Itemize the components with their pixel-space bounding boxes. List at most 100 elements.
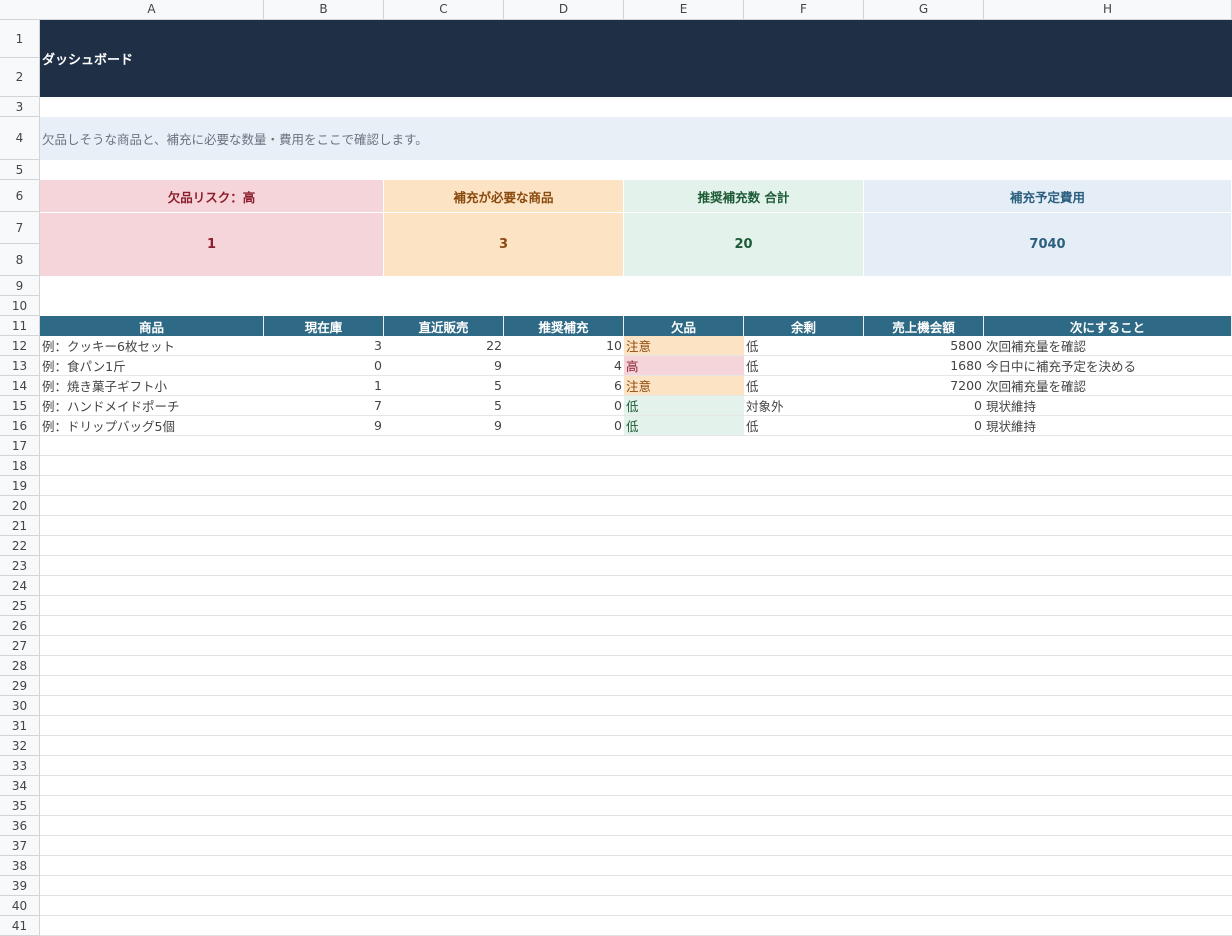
row-header-29[interactable]: 29 bbox=[0, 676, 40, 696]
table-header-4[interactable]: 欠品 bbox=[624, 316, 744, 336]
column-header-h[interactable]: H bbox=[984, 0, 1232, 19]
table-header-6[interactable]: 売上機会額 bbox=[864, 316, 984, 336]
table-cell[interactable]: 0 bbox=[504, 396, 624, 416]
kpi-card-value[interactable]: 3 bbox=[384, 212, 624, 276]
column-header-c[interactable]: C bbox=[384, 0, 504, 19]
row-header-13[interactable]: 13 bbox=[0, 356, 40, 376]
table-cell[interactable]: 対象外 bbox=[744, 396, 864, 416]
table-cell[interactable]: 10 bbox=[504, 336, 624, 356]
table-cell[interactable]: 低 bbox=[744, 336, 864, 356]
row-header-6[interactable]: 6 bbox=[0, 180, 40, 212]
table-cell[interactable]: 7 bbox=[264, 396, 384, 416]
row-header-30[interactable]: 30 bbox=[0, 696, 40, 716]
kpi-card-label[interactable]: 欠品リスク：高 bbox=[40, 180, 384, 212]
row-header-21[interactable]: 21 bbox=[0, 516, 40, 536]
kpi-card-value[interactable]: 20 bbox=[624, 212, 864, 276]
row-header-38[interactable]: 38 bbox=[0, 856, 40, 876]
table-header-2[interactable]: 直近販売 bbox=[384, 316, 504, 336]
table-cell[interactable]: 今日中に補充予定を決める bbox=[984, 356, 1232, 376]
row-header-19[interactable]: 19 bbox=[0, 476, 40, 496]
table-header-3[interactable]: 推奨補充 bbox=[504, 316, 624, 336]
row-header-25[interactable]: 25 bbox=[0, 596, 40, 616]
row-header-15[interactable]: 15 bbox=[0, 396, 40, 416]
table-header-7[interactable]: 次にすること bbox=[984, 316, 1232, 336]
table-cell[interactable]: 0 bbox=[864, 416, 984, 436]
stockout-status[interactable]: 低 bbox=[624, 396, 744, 416]
table-header-1[interactable]: 現在庫 bbox=[264, 316, 384, 336]
table-cell[interactable]: 3 bbox=[264, 336, 384, 356]
row-header-18[interactable]: 18 bbox=[0, 456, 40, 476]
table-cell[interactable]: 4 bbox=[504, 356, 624, 376]
dashboard-description[interactable]: 欠品しそうな商品と、補充に必要な数量・費用をここで確認します。 bbox=[40, 117, 1232, 160]
table-cell[interactable]: 次回補充量を確認 bbox=[984, 336, 1232, 356]
table-cell[interactable]: 次回補充量を確認 bbox=[984, 376, 1232, 396]
table-header-0[interactable]: 商品 bbox=[40, 316, 264, 336]
kpi-card-label[interactable]: 補充が必要な商品 bbox=[384, 180, 624, 212]
table-cell[interactable]: 5 bbox=[384, 396, 504, 416]
row-header-2[interactable]: 2 bbox=[0, 58, 40, 97]
table-cell[interactable]: 6 bbox=[504, 376, 624, 396]
row-header-33[interactable]: 33 bbox=[0, 756, 40, 776]
table-cell[interactable]: 1680 bbox=[864, 356, 984, 376]
table-cell[interactable]: 22 bbox=[384, 336, 504, 356]
table-cell[interactable]: 例：ドリップバッグ5個 bbox=[40, 416, 264, 436]
table-cell[interactable]: 5 bbox=[384, 376, 504, 396]
table-cell[interactable]: 低 bbox=[744, 376, 864, 396]
column-header-f[interactable]: F bbox=[744, 0, 864, 19]
row-header-37[interactable]: 37 bbox=[0, 836, 40, 856]
stockout-status[interactable]: 注意 bbox=[624, 336, 744, 356]
row-header-3[interactable]: 3 bbox=[0, 97, 40, 117]
table-cell[interactable]: 0 bbox=[264, 356, 384, 376]
column-header-g[interactable]: G bbox=[864, 0, 984, 19]
row-header-27[interactable]: 27 bbox=[0, 636, 40, 656]
row-header-31[interactable]: 31 bbox=[0, 716, 40, 736]
row-header-7[interactable]: 7 bbox=[0, 212, 40, 244]
row-header-34[interactable]: 34 bbox=[0, 776, 40, 796]
row-header-41[interactable]: 41 bbox=[0, 916, 40, 936]
row-header-32[interactable]: 32 bbox=[0, 736, 40, 756]
table-cell[interactable]: 0 bbox=[864, 396, 984, 416]
row-header-14[interactable]: 14 bbox=[0, 376, 40, 396]
table-cell[interactable]: 現状維持 bbox=[984, 396, 1232, 416]
table-cell[interactable]: 9 bbox=[264, 416, 384, 436]
kpi-card-label[interactable]: 推奨補充数 合計 bbox=[624, 180, 864, 212]
row-header-4[interactable]: 4 bbox=[0, 117, 40, 160]
row-header-24[interactable]: 24 bbox=[0, 576, 40, 596]
table-header-5[interactable]: 余剰 bbox=[744, 316, 864, 336]
table-cell[interactable]: 例：ハンドメイドポーチ bbox=[40, 396, 264, 416]
row-header-26[interactable]: 26 bbox=[0, 616, 40, 636]
row-header-28[interactable]: 28 bbox=[0, 656, 40, 676]
row-header-40[interactable]: 40 bbox=[0, 896, 40, 916]
table-cell[interactable]: 例：食パン1斤 bbox=[40, 356, 264, 376]
row-header-8[interactable]: 8 bbox=[0, 244, 40, 276]
table-cell[interactable]: 9 bbox=[384, 416, 504, 436]
row-header-11[interactable]: 11 bbox=[0, 316, 40, 336]
row-header-9[interactable]: 9 bbox=[0, 276, 40, 296]
row-header-17[interactable]: 17 bbox=[0, 436, 40, 456]
row-header-35[interactable]: 35 bbox=[0, 796, 40, 816]
table-cell[interactable]: 0 bbox=[504, 416, 624, 436]
table-cell[interactable]: 9 bbox=[384, 356, 504, 376]
stockout-status[interactable]: 高 bbox=[624, 356, 744, 376]
row-header-16[interactable]: 16 bbox=[0, 416, 40, 436]
row-header-36[interactable]: 36 bbox=[0, 816, 40, 836]
kpi-card-value[interactable]: 1 bbox=[40, 212, 384, 276]
table-cell[interactable]: 低 bbox=[744, 356, 864, 376]
kpi-card-label[interactable]: 補充予定費用 bbox=[864, 180, 1232, 212]
table-cell[interactable]: 現状維持 bbox=[984, 416, 1232, 436]
row-header-20[interactable]: 20 bbox=[0, 496, 40, 516]
column-header-e[interactable]: E bbox=[624, 0, 744, 19]
row-header-5[interactable]: 5 bbox=[0, 160, 40, 180]
row-header-10[interactable]: 10 bbox=[0, 296, 40, 316]
table-cell[interactable]: 例：焼き菓子ギフト小 bbox=[40, 376, 264, 396]
table-cell[interactable]: 7200 bbox=[864, 376, 984, 396]
dashboard-title[interactable]: ダッシュボード bbox=[40, 20, 1232, 97]
column-header-d[interactable]: D bbox=[504, 0, 624, 19]
row-header-1[interactable]: 1 bbox=[0, 20, 40, 58]
kpi-card-value[interactable]: 7040 bbox=[864, 212, 1232, 276]
row-header-22[interactable]: 22 bbox=[0, 536, 40, 556]
table-cell[interactable]: 5800 bbox=[864, 336, 984, 356]
column-header-b[interactable]: B bbox=[264, 0, 384, 19]
column-header-a[interactable]: A bbox=[40, 0, 264, 19]
row-header-12[interactable]: 12 bbox=[0, 336, 40, 356]
